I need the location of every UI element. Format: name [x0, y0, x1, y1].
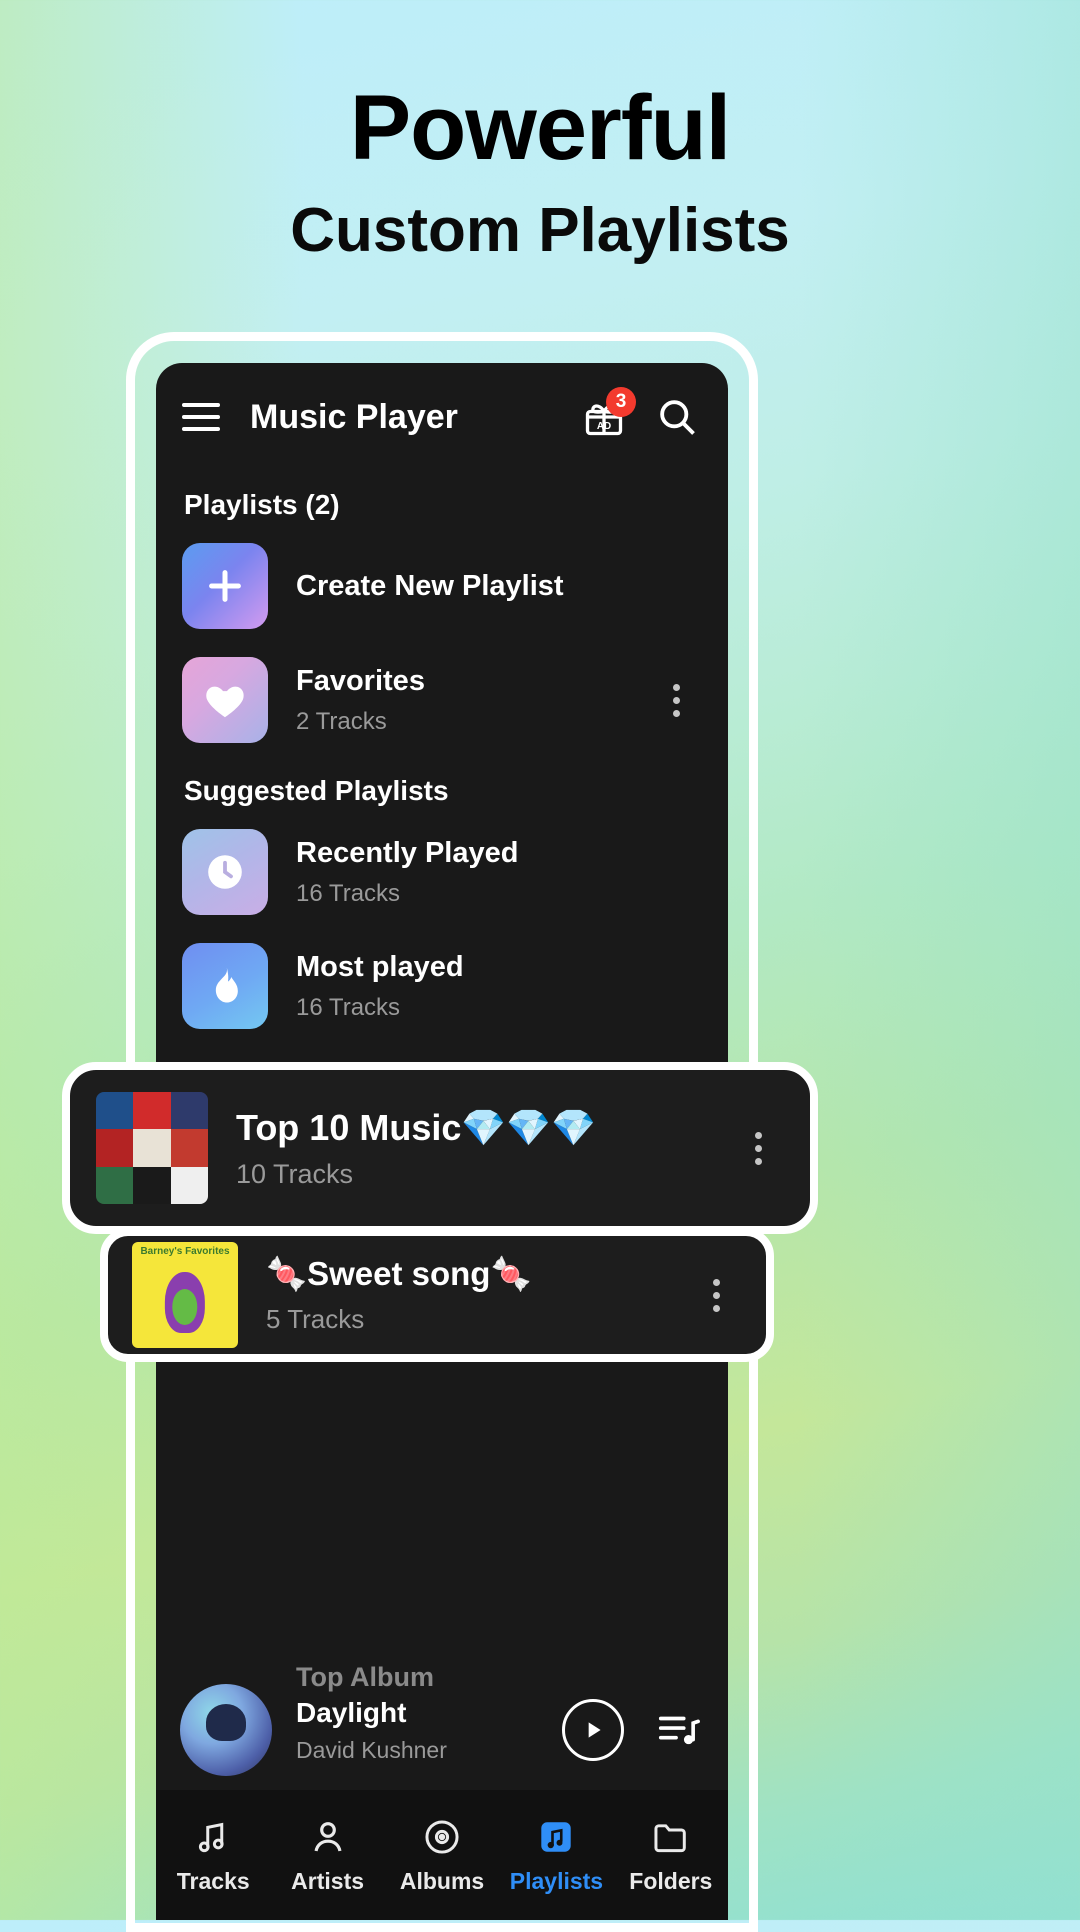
highlighted-playlist-card-top10[interactable]: Top 10 Music💎💎💎 10 Tracks — [62, 1062, 818, 1234]
playlists-section-title: Playlists (2) — [184, 489, 340, 520]
list-item-title: Most played — [296, 950, 464, 983]
page-title: Powerful — [349, 77, 731, 179]
recently-played-thumb — [182, 829, 268, 915]
suggested-section-title: Suggested Playlists — [184, 775, 449, 806]
list-item[interactable]: Recently Played 16 Tracks — [156, 815, 728, 929]
more-vertical-icon[interactable] — [696, 1278, 742, 1312]
nav-item-playlists[interactable]: Playlists — [499, 1816, 613, 1895]
now-playing-artist: David Kushner — [296, 1736, 447, 1763]
nav-item-tracks[interactable]: Tracks — [156, 1816, 270, 1895]
list-item-subtitle: 16 Tracks — [296, 879, 401, 907]
play-circle-icon — [588, 1722, 601, 1738]
music-note-icon — [199, 1822, 224, 1852]
create-playlist-thumb — [182, 543, 268, 629]
card-text: 🍬Sweet song🍬 5 Tracks — [266, 1255, 696, 1335]
album-art — [180, 1684, 272, 1776]
mini-player-text: Daylight David Kushner — [296, 1697, 562, 1764]
person-icon — [314, 1821, 342, 1851]
list-item-title: Favorites — [296, 664, 425, 697]
bottom-navigation: Tracks Artists Albums Playlists Folders — [156, 1790, 728, 1920]
favorites-thumb — [182, 657, 268, 743]
nav-label: Artists — [291, 1867, 365, 1894]
play-button[interactable] — [562, 1699, 624, 1761]
album-collage-art — [96, 1092, 208, 1204]
nav-label: Tracks — [176, 1867, 250, 1894]
search-icon — [660, 400, 695, 435]
mini-player[interactable]: Top Album Daylight David Kushner — [156, 1662, 728, 1790]
nav-label: Playlists — [509, 1867, 604, 1894]
app-bar: Music Player AD 3 — [156, 363, 728, 471]
queue-button[interactable] — [652, 1704, 704, 1756]
promo-headline-block: Powerful Custom Playlists — [0, 82, 1080, 262]
page-subtitle: Custom Playlists — [290, 196, 790, 265]
more-vertical-icon[interactable] — [738, 1131, 784, 1165]
list-item-text: Favorites 2 Tracks — [296, 665, 656, 736]
highlighted-playlist-card-sweetsong[interactable]: Barney's Favorites 🍬Sweet song🍬 5 Tracks — [100, 1228, 774, 1362]
list-item-text: Most played 16 Tracks — [296, 951, 702, 1022]
folder-icon — [654, 1823, 686, 1852]
playlist-icon — [541, 1821, 572, 1852]
list-item[interactable]: Most played 16 Tracks — [156, 929, 728, 1043]
clock-icon — [208, 855, 242, 889]
nav-item-artists[interactable]: Artists — [270, 1816, 384, 1895]
top-album-label: Top Album — [296, 1662, 434, 1692]
disc-icon — [425, 1819, 459, 1854]
list-item[interactable]: Create New Playlist — [156, 529, 728, 643]
more-vertical-icon[interactable] — [656, 683, 702, 717]
nav-item-folders[interactable]: Folders — [614, 1816, 728, 1895]
heart-icon — [206, 686, 244, 718]
hamburger-icon[interactable] — [182, 403, 220, 431]
flame-icon — [215, 967, 238, 1003]
list-item-subtitle: 16 Tracks — [296, 993, 401, 1021]
card-title: 🍬Sweet song🍬 — [266, 1255, 532, 1292]
card-title: Top 10 Music💎💎💎 — [236, 1106, 596, 1148]
most-played-thumb — [182, 943, 268, 1029]
plus-icon — [209, 570, 241, 602]
list-item-text: Recently Played 16 Tracks — [296, 837, 702, 908]
card-text: Top 10 Music💎💎💎 10 Tracks — [236, 1107, 738, 1190]
card-subtitle: 5 Tracks — [266, 1304, 365, 1334]
list-item-title: Create New Playlist — [296, 569, 564, 602]
svg-text:AD: AD — [597, 421, 611, 432]
card-subtitle: 10 Tracks — [236, 1158, 354, 1189]
nav-label: Folders — [629, 1867, 713, 1894]
gift-ad-button[interactable]: AD 3 — [578, 387, 636, 443]
list-item[interactable]: Favorites 2 Tracks — [156, 643, 728, 757]
app-title: Music Player — [250, 397, 458, 436]
queue-music-icon — [658, 1716, 700, 1745]
nav-item-albums[interactable]: Albums — [385, 1816, 499, 1895]
search-button[interactable] — [652, 392, 702, 442]
gift-badge-count: 3 — [606, 387, 636, 417]
list-item-text: Create New Playlist — [296, 570, 702, 603]
list-item-subtitle: 2 Tracks — [296, 707, 387, 735]
now-playing-title: Daylight — [296, 1696, 407, 1728]
nav-label: Albums — [399, 1867, 485, 1894]
list-item-title: Recently Played — [296, 836, 519, 869]
barney-favorites-art: Barney's Favorites — [132, 1242, 238, 1348]
